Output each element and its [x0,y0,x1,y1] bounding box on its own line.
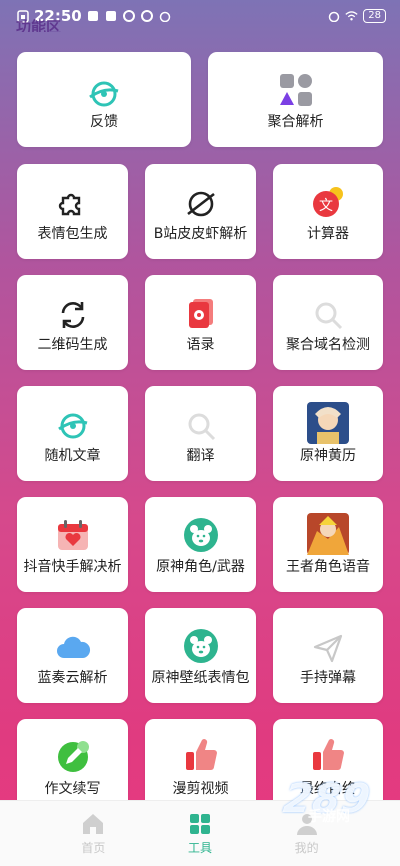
refresh-icon [53,295,93,335]
planet-icon [181,184,221,224]
bear-icon [181,626,221,666]
tool-card-label: 随机文章 [44,448,101,464]
bear-icon [181,515,221,555]
tool-card-aggregate-parse[interactable]: 聚合解析 [208,52,383,147]
message-icon [105,10,118,23]
tool-card-quotes[interactable]: 语录 [145,275,256,370]
tool-card-meme-generator[interactable]: 表情包生成 [17,164,128,259]
alarm-icon [327,10,340,23]
app-icon [123,10,136,23]
battery-indicator: 28 [363,9,386,23]
search-icon [181,406,221,446]
tool-card-bilibili-parse[interactable]: B站皮皮虾解析 [145,164,256,259]
tool-card-genshin-almanac[interactable]: 原神黄历 [273,386,383,481]
nav-item-label: 首页 [81,840,106,855]
tool-card-label: 蓝奏云解析 [37,670,108,686]
tool-card-qrcode-generator[interactable]: 二维码生成 [17,275,128,370]
cloud-icon [53,628,93,668]
page-title: 功能区 [16,18,62,32]
tool-card-label: 聚合域名检测 [286,337,370,353]
tool-card-handheld-danmaku[interactable]: 手持弹幕 [273,608,383,703]
status-right: 28 [327,9,386,23]
nav-item-tools[interactable]: 工具 [170,812,230,856]
tool-card-label: 原神角色/武器 [156,559,245,575]
wifi-icon [345,10,358,23]
game-character-thumbnail [307,402,349,444]
alarm-icon [159,10,172,23]
grid-icon [188,812,212,836]
tool-card-genshin-wallpaper-emoji[interactable]: 原神壁纸表情包 [145,608,256,703]
game-hero-thumbnail [307,513,349,555]
tool-card-label: 抖音快手解决析 [23,559,122,575]
tool-card-label: 手持弹幕 [300,670,356,686]
nav-item-label: 我的 [294,840,319,855]
tool-card-label: 原神壁纸表情包 [151,670,250,686]
shapes-icon [276,70,316,110]
tool-card-label: 计算器 [307,226,349,242]
paper-plane-icon [308,628,348,668]
tool-card-domain-check[interactable]: 聚合域名检测 [273,275,383,370]
tool-card-douyin-kuaishou-parse[interactable]: 抖音快手解决析 [17,497,128,592]
nav-item-home[interactable]: 首页 [63,812,123,856]
search-icon [308,295,348,335]
tool-card-label: 原神黄历 [300,448,356,464]
tool-card-translate[interactable]: 翻译 [145,386,256,481]
calendar-heart-icon [53,515,93,555]
nav-item-label: 工具 [187,840,212,855]
tool-card-random-article[interactable]: 随机文章 [17,386,128,481]
tool-card-label: 反馈 [90,114,118,130]
pencil-circle-icon [53,737,93,777]
tool-card-label: 表情包生成 [37,226,108,242]
puzzle-icon [53,184,93,224]
watermark-domain: 手游网 [308,809,350,825]
tool-card-label: 语录 [186,337,215,353]
tool-card-label: 二维码生成 [37,337,108,353]
tool-card-label: B站皮皮虾解析 [153,226,248,242]
planet-orbit-icon [53,406,93,446]
tool-card-label: 翻译 [186,448,215,464]
thumbs-up-icon [308,735,348,775]
svg-text:文: 文 [319,198,333,214]
tool-card-lanzou-cloud-parse[interactable]: 蓝奏云解析 [17,608,128,703]
home-icon [81,812,105,836]
tool-card-label: 聚合解析 [267,114,324,130]
planet-orbit-icon [84,74,124,114]
tool-card-honor-of-kings-voice[interactable]: 王者角色语音 [273,497,383,592]
tool-card-calculator[interactable]: 文 计算器 [273,164,383,259]
tool-card-label: 漫剪视频 [172,781,229,797]
flower-card-icon [181,293,221,333]
tool-card-label: 王者角色语音 [286,559,370,575]
music-icon [141,10,154,23]
thumbs-up-icon [181,735,221,775]
notification-icon [87,10,100,23]
tool-card-genshin-character-weapon[interactable]: 原神角色/武器 [145,497,256,592]
tool-card-label: 作文续写 [44,781,101,797]
tool-card-feedback[interactable]: 反馈 [17,52,191,147]
text-badge-icon: 文 [308,182,348,222]
